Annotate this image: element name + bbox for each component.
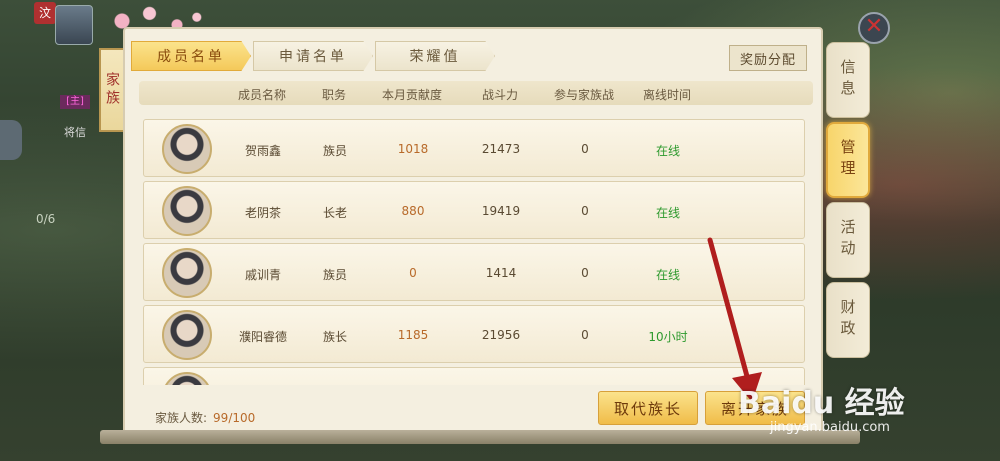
col-contribution: 本月贡献度 (381, 88, 443, 102)
member-power: 1414 (485, 266, 517, 280)
member-battles: 0 (581, 328, 589, 342)
replace-leader-button[interactable]: 取代族长 (598, 391, 698, 425)
baidu-watermark: Baidu 经验 (738, 386, 905, 421)
tab-activity[interactable]: 活动 (826, 202, 870, 278)
member-list[interactable]: 贺雨鑫 族员 1018 21473 0 在线 老阴茶 长老 880 19419 … (143, 119, 805, 385)
table-row[interactable]: 戚训青 族员 0 1414 0 在线 (143, 243, 805, 301)
member-role: 族员 (322, 268, 348, 282)
settings-icon[interactable] (0, 120, 22, 160)
member-status: 10小时 (648, 330, 688, 344)
member-role: 族长 (322, 330, 348, 344)
family-banner: 家族 (99, 48, 125, 132)
hud-text: 将信 (64, 126, 86, 139)
member-role: 族员 (322, 144, 348, 158)
tab-manage[interactable]: 管理 (826, 122, 870, 198)
member-contribution: 1185 (397, 328, 429, 342)
tab-application-list[interactable]: 申请名单 (253, 41, 373, 71)
member-status: 在线 (655, 268, 681, 282)
col-name: 成员名称 (237, 88, 287, 102)
member-portrait[interactable] (162, 248, 212, 298)
col-power: 战斗力 (481, 88, 519, 102)
member-name: 贺雨鑫 (244, 144, 282, 158)
hud-task-count: 0/6 (36, 212, 56, 226)
col-battles: 参与家族战 (553, 88, 615, 102)
family-panel: 成员名单 申请名单 荣耀值 奖励分配 成员名称 职务 本月贡献度 战斗力 参与家… (123, 27, 823, 437)
member-power: 19419 (481, 204, 521, 218)
member-power: 21956 (481, 328, 521, 342)
member-contribution: 0 (409, 266, 417, 280)
watermark-url: jingyan.baidu.com (770, 420, 890, 435)
tab-honor-value[interactable]: 荣耀值 (375, 41, 495, 71)
table-row[interactable]: 濮阳睿德 族长 1185 21956 0 10小时 (143, 305, 805, 363)
top-tabs: 成员名单 申请名单 荣耀值 (131, 41, 497, 71)
member-portrait[interactable] (162, 124, 212, 174)
member-battles: 0 (581, 142, 589, 156)
close-icon: ✕ (864, 14, 884, 39)
side-tabs: 信息 管理 活动 财政 (822, 42, 874, 422)
hud-badge[interactable]: 汶 (34, 2, 56, 24)
tab-member-list[interactable]: 成员名单 (131, 41, 251, 71)
member-contribution: 1018 (397, 142, 429, 156)
member-status: 在线 (655, 206, 681, 220)
member-role: 长老 (322, 206, 348, 220)
member-count-label: 家族人数: (155, 411, 208, 425)
member-name: 老阴茶 (244, 206, 282, 220)
member-portrait[interactable] (162, 310, 212, 360)
hud-tag: [主] (60, 95, 90, 109)
member-portrait[interactable] (162, 372, 212, 385)
member-portrait[interactable] (162, 186, 212, 236)
table-row[interactable]: 老阴茶 长老 880 19419 0 在线 (143, 181, 805, 239)
member-battles: 0 (581, 266, 589, 280)
member-power: 21473 (481, 142, 521, 156)
member-battles: 0 (581, 204, 589, 218)
col-offline-time: 离线时间 (642, 88, 692, 102)
column-header: 成员名称 职务 本月贡献度 战斗力 参与家族战 离线时间 (139, 81, 813, 105)
member-count-value: 99/100 (213, 411, 256, 425)
family-member-count: 家族人数: 99/100 (155, 409, 255, 426)
tab-finance[interactable]: 财政 (826, 282, 870, 358)
reward-distribution-button[interactable]: 奖励分配 (729, 45, 807, 71)
player-avatar[interactable] (55, 5, 93, 45)
close-button[interactable]: ✕ (858, 12, 890, 44)
left-hud: 汶 [主] 将信 0/6 (0, 0, 100, 461)
table-row[interactable]: 贺雨鑫 族员 1018 21473 0 在线 (143, 119, 805, 177)
panel-base (100, 430, 860, 444)
table-row[interactable] (143, 367, 805, 385)
member-contribution: 880 (401, 204, 425, 218)
col-role: 职务 (321, 88, 347, 102)
tab-info[interactable]: 信息 (826, 42, 870, 118)
member-name: 戚训青 (244, 268, 282, 282)
member-name: 濮阳睿德 (238, 330, 288, 344)
member-status: 在线 (655, 144, 681, 158)
